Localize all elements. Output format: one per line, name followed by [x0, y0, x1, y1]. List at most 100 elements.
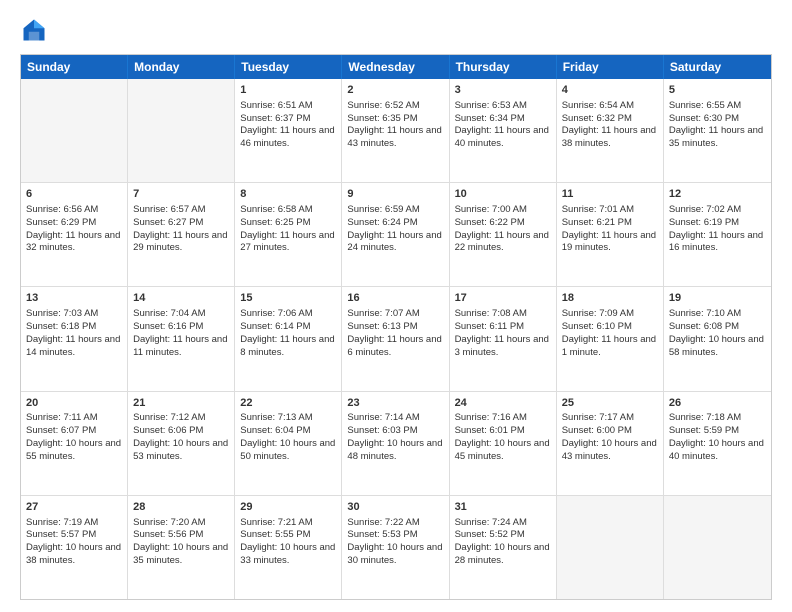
sunset-text: Sunset: 6:19 PM: [669, 217, 766, 230]
calendar-cell: 30 Sunrise: 7:22 AMSunset: 5:53 PMDayligh…: [342, 496, 449, 599]
sunrise-text: Sunrise: 7:18 AM: [669, 412, 766, 425]
calendar-cell: 3Sunrise: 6:53 AMSunset: 6:34 PMDaylight…: [450, 79, 557, 182]
sunrise-text: Sunrise: 6:54 AM: [562, 100, 658, 113]
sunrise-text: Sunrise: 7:14 AM: [347, 412, 443, 425]
sunset-text: Sunset: 6:25 PM: [240, 217, 336, 230]
sunset-text: Sunset: 6:24 PM: [347, 217, 443, 230]
sunrise-text: Sunrise: 7:09 AM: [562, 308, 658, 321]
calendar-cell: 4Sunrise: 6:54 AMSunset: 6:32 PMDaylight…: [557, 79, 664, 182]
daylight-text: Daylight: 11 hours and 11 minutes.: [133, 334, 229, 360]
daylight-text: Daylight: 10 hours and 50 minutes.: [240, 438, 336, 464]
sunrise-text: Sunrise: 6:55 AM: [669, 100, 766, 113]
daylight-text: Daylight: 11 hours and 29 minutes.: [133, 230, 229, 256]
sunrise-text: Sunrise: 6:58 AM: [240, 204, 336, 217]
calendar-cell: 11Sunrise: 7:01 AMSunset: 6:21 PMDayligh…: [557, 183, 664, 286]
calendar-cell: 24Sunrise: 7:16 AMSunset: 6:01 PMDayligh…: [450, 392, 557, 495]
sunset-text: Sunset: 6:10 PM: [562, 321, 658, 334]
day-number: 8: [240, 187, 336, 202]
sunrise-text: Sunrise: 7:00 AM: [455, 204, 551, 217]
calendar-row: 13Sunrise: 7:03 AMSunset: 6:18 PMDayligh…: [21, 286, 771, 390]
daylight-text: Daylight: 10 hours and 53 minutes.: [133, 438, 229, 464]
day-number: 25: [562, 396, 658, 411]
calendar-cell: 22Sunrise: 7:13 AMSunset: 6:04 PMDayligh…: [235, 392, 342, 495]
calendar-cell: 15Sunrise: 7:06 AMSunset: 6:14 PMDayligh…: [235, 287, 342, 390]
calendar-cell: 31Sunrise: 7:24 AMSunset: 5:52 PMDayligh…: [450, 496, 557, 599]
sunset-text: Sunset: 5:53 PM: [347, 529, 443, 542]
sunrise-text: Sunrise: 7:13 AM: [240, 412, 336, 425]
day-number: 13: [26, 291, 122, 306]
sunrise-text: Sunrise: 6:59 AM: [347, 204, 443, 217]
day-number: 9: [347, 187, 443, 202]
daylight-text: Daylight: 11 hours and 6 minutes.: [347, 334, 443, 360]
calendar-body: 1Sunrise: 6:51 AMSunset: 6:37 PMDaylight…: [21, 79, 771, 599]
day-number: 11: [562, 187, 658, 202]
weekday-header: Sunday: [21, 55, 128, 79]
sunset-text: Sunset: 6:37 PM: [240, 113, 336, 126]
day-number: 26: [669, 396, 766, 411]
sunset-text: Sunset: 6:03 PM: [347, 425, 443, 438]
day-number: 2: [347, 83, 443, 98]
daylight-text: Daylight: 11 hours and 46 minutes.: [240, 125, 336, 151]
sunrise-text: Sunrise: 7:20 AM: [133, 517, 229, 530]
calendar-cell: 2Sunrise: 6:52 AMSunset: 6:35 PMDaylight…: [342, 79, 449, 182]
sunrise-text: Sunrise: 7:10 AM: [669, 308, 766, 321]
sunrise-text: Sunrise: 6:56 AM: [26, 204, 122, 217]
day-number: 23: [347, 396, 443, 411]
calendar-cell: 23Sunrise: 7:14 AMSunset: 6:03 PMDayligh…: [342, 392, 449, 495]
day-number: 22: [240, 396, 336, 411]
day-number: 30: [347, 500, 443, 515]
sunrise-text: Sunrise: 7:04 AM: [133, 308, 229, 321]
sunrise-text: Sunrise: 6:57 AM: [133, 204, 229, 217]
calendar-cell: 5Sunrise: 6:55 AMSunset: 6:30 PMDaylight…: [664, 79, 771, 182]
calendar-header: SundayMondayTuesdayWednesdayThursdayFrid…: [21, 55, 771, 79]
weekday-header: Saturday: [664, 55, 771, 79]
day-number: 6: [26, 187, 122, 202]
day-number: 1: [240, 83, 336, 98]
header: [20, 16, 772, 44]
calendar-cell: 6Sunrise: 6:56 AMSunset: 6:29 PMDaylight…: [21, 183, 128, 286]
calendar-cell: 20Sunrise: 7:11 AMSunset: 6:07 PMDayligh…: [21, 392, 128, 495]
sunrise-text: Sunrise: 7:11 AM: [26, 412, 122, 425]
calendar-cell: 10Sunrise: 7:00 AMSunset: 6:22 PMDayligh…: [450, 183, 557, 286]
daylight-text: Daylight: 10 hours and 58 minutes.: [669, 334, 766, 360]
page: SundayMondayTuesdayWednesdayThursdayFrid…: [0, 0, 792, 612]
daylight-text: Daylight: 10 hours and 48 minutes.: [347, 438, 443, 464]
calendar: SundayMondayTuesdayWednesdayThursdayFrid…: [20, 54, 772, 600]
daylight-text: Daylight: 11 hours and 40 minutes.: [455, 125, 551, 151]
day-number: 17: [455, 291, 551, 306]
sunrise-text: Sunrise: 7:19 AM: [26, 517, 122, 530]
sunset-text: Sunset: 6:00 PM: [562, 425, 658, 438]
sunset-text: Sunset: 6:21 PM: [562, 217, 658, 230]
daylight-text: Daylight: 10 hours and 45 minutes.: [455, 438, 551, 464]
calendar-cell: 9Sunrise: 6:59 AMSunset: 6:24 PMDaylight…: [342, 183, 449, 286]
logo-icon: [20, 16, 48, 44]
day-number: 10: [455, 187, 551, 202]
daylight-text: Daylight: 11 hours and 35 minutes.: [669, 125, 766, 151]
logo: [20, 16, 52, 44]
sunset-text: Sunset: 5:57 PM: [26, 529, 122, 542]
day-number: 29: [240, 500, 336, 515]
sunset-text: Sunset: 6:16 PM: [133, 321, 229, 334]
day-number: 24: [455, 396, 551, 411]
calendar-cell: 21Sunrise: 7:12 AMSunset: 6:06 PMDayligh…: [128, 392, 235, 495]
daylight-text: Daylight: 10 hours and 30 minutes.: [347, 542, 443, 568]
daylight-text: Daylight: 10 hours and 43 minutes.: [562, 438, 658, 464]
calendar-cell: [128, 79, 235, 182]
calendar-cell: 19Sunrise: 7:10 AMSunset: 6:08 PMDayligh…: [664, 287, 771, 390]
calendar-cell: [664, 496, 771, 599]
sunrise-text: Sunrise: 7:21 AM: [240, 517, 336, 530]
sunset-text: Sunset: 5:59 PM: [669, 425, 766, 438]
weekday-header: Tuesday: [235, 55, 342, 79]
daylight-text: Daylight: 11 hours and 38 minutes.: [562, 125, 658, 151]
calendar-cell: 14Sunrise: 7:04 AMSunset: 6:16 PMDayligh…: [128, 287, 235, 390]
daylight-text: Daylight: 10 hours and 55 minutes.: [26, 438, 122, 464]
sunrise-text: Sunrise: 7:22 AM: [347, 517, 443, 530]
daylight-text: Daylight: 10 hours and 33 minutes.: [240, 542, 336, 568]
sunrise-text: Sunrise: 7:01 AM: [562, 204, 658, 217]
sunrise-text: Sunrise: 6:53 AM: [455, 100, 551, 113]
calendar-cell: 1Sunrise: 6:51 AMSunset: 6:37 PMDaylight…: [235, 79, 342, 182]
day-number: 27: [26, 500, 122, 515]
day-number: 28: [133, 500, 229, 515]
calendar-row: 27 Sunrise: 7:19 AMSunset: 5:57 PM Dayligh…: [21, 495, 771, 599]
calendar-cell: 29Sunrise: 7:21 AMSunset: 5:55 PMDayligh…: [235, 496, 342, 599]
